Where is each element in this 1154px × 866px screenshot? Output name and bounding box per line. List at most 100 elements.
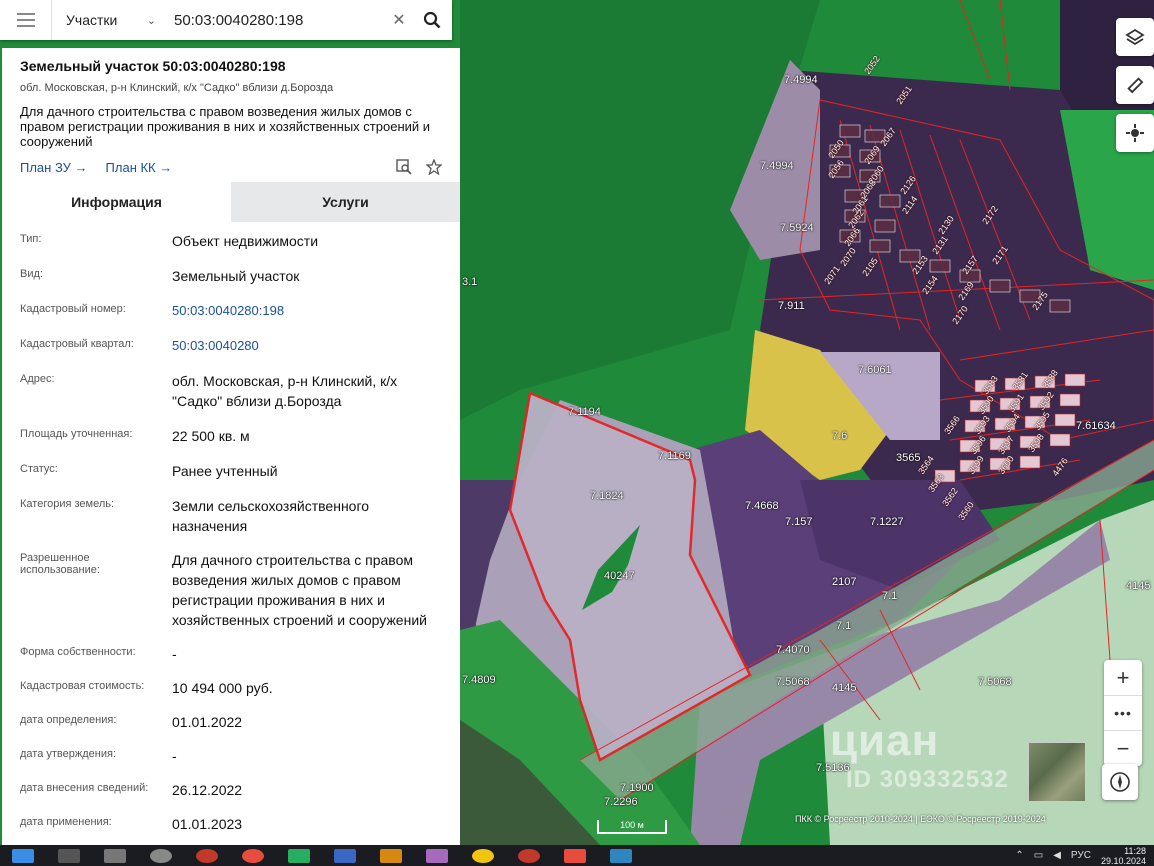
cadastral-quarter-link[interactable]: 50:03:0040280 xyxy=(172,336,444,356)
clock-time: 11:28 xyxy=(1124,845,1146,856)
plot-label: 7.6 xyxy=(832,430,848,442)
excel-icon[interactable] xyxy=(288,848,310,863)
search-taskbar-icon[interactable] xyxy=(58,848,80,863)
measure-button[interactable] xyxy=(1116,66,1154,104)
plot-label: 7.61634 xyxy=(1076,420,1116,432)
plot-label: 7.1 xyxy=(836,620,852,632)
plot-label: 3565 xyxy=(896,452,921,464)
plot-label: 4145 xyxy=(1126,580,1151,592)
info-row-type: Тип: Объект недвижимости xyxy=(20,231,444,251)
system-tray: ⌃ ▭ ◀ РУС 11:28 29.10.2024 xyxy=(1015,845,1146,866)
close-icon: ✕ xyxy=(392,12,406,29)
plot-label: 7.4809 xyxy=(462,674,496,686)
plot-label: 4145 xyxy=(832,682,857,694)
info-row-permitted-use: Разрешенное использование: Для дачного с… xyxy=(20,550,444,630)
row-label: Кадастровый номер: xyxy=(20,303,126,315)
chrome-icon[interactable] xyxy=(472,848,494,863)
parcel-title: Земельный участок 50:03:0040280:198 xyxy=(20,58,286,74)
plan-kk-link[interactable]: План КК → xyxy=(106,160,173,175)
tray-chevron-icon[interactable]: ⌃ xyxy=(1015,850,1023,861)
search-bar: Участки ⌄ ✕ xyxy=(0,0,452,40)
row-value: - xyxy=(172,748,177,764)
row-value: Объект недвижимости xyxy=(172,233,319,249)
browser-icon[interactable] xyxy=(196,848,218,863)
zoom-in-button[interactable]: + xyxy=(1104,660,1142,695)
clear-search-button[interactable]: ✕ xyxy=(386,10,412,30)
cadastral-number-link[interactable]: 50:03:0040280:198 xyxy=(172,301,444,321)
search-button[interactable] xyxy=(412,11,452,29)
zoom-control: + ••• − xyxy=(1104,660,1142,766)
info-row-status: Статус: Ранее учтенный xyxy=(20,461,444,481)
word-icon[interactable] xyxy=(334,848,356,863)
parcel-description: Для дачного строительства с правом возве… xyxy=(20,104,431,149)
row-value: 26.12.2022 xyxy=(172,782,243,798)
plot-label: 7.4994 xyxy=(784,74,818,86)
panel-header: Земельный участок 50:03:0040280:198 обл.… xyxy=(2,48,460,182)
search-type-select[interactable]: Участки ⌄ xyxy=(52,12,162,28)
layers-icon xyxy=(1125,28,1145,46)
row-label: Категория земель: xyxy=(20,498,115,510)
row-label: дата применения: xyxy=(20,816,112,828)
row-label: Кадастровый квартал: xyxy=(20,338,134,350)
tab-services[interactable]: Услуги xyxy=(231,182,460,222)
minimap-thumbnail[interactable] xyxy=(1028,742,1086,802)
zoom-to-icon[interactable] xyxy=(396,159,412,175)
plot-label: 7.5924 xyxy=(780,222,814,234)
card-actions xyxy=(396,159,442,175)
row-label: Кадастровая стоимость: xyxy=(20,680,145,692)
menu-button[interactable] xyxy=(0,0,52,40)
plot-label: 7.5068 xyxy=(978,676,1012,688)
row-label: Форма собственности: xyxy=(20,646,136,658)
plot-label: 3.1 xyxy=(462,276,478,288)
plot-label: 7.1227 xyxy=(870,516,904,528)
info-row-date-approved: дата утверждения: - xyxy=(20,746,444,766)
plot-label: 7.157 xyxy=(785,516,813,528)
row-label: Разрешенное использование: xyxy=(20,552,100,576)
plot-label: 7.1194 xyxy=(568,406,601,418)
plan-zu-link[interactable]: План ЗУ → xyxy=(20,160,88,175)
compass-button[interactable] xyxy=(1102,764,1138,800)
plot-label: 7.911 xyxy=(778,300,805,312)
info-row-area: Площадь уточненная: 22 500 кв. м xyxy=(20,426,444,446)
row-value: 10 494 000 руб. xyxy=(172,680,273,696)
search-input[interactable] xyxy=(162,1,386,39)
clock[interactable]: 11:28 29.10.2024 xyxy=(1101,846,1146,866)
map-copyright: ПКК © Росреестр 2010-2024 | ЕЭКО © Росре… xyxy=(795,814,1046,824)
watermark-logo: циан xyxy=(830,716,940,765)
menu-icon xyxy=(16,13,35,27)
layers-button[interactable] xyxy=(1116,18,1154,56)
row-label: дата определения: xyxy=(20,714,117,726)
row-label: дата утверждения: xyxy=(20,748,117,760)
zoom-more-button[interactable]: ••• xyxy=(1104,695,1142,731)
row-value: Ранее учтенный xyxy=(172,463,278,479)
app4-icon[interactable] xyxy=(610,848,632,863)
yandex-icon[interactable] xyxy=(242,848,264,863)
opera-icon[interactable] xyxy=(518,848,540,863)
row-value: 22 500 кв. м xyxy=(172,428,250,444)
zoom-out-button[interactable]: − xyxy=(1104,731,1142,766)
ruler-icon xyxy=(1127,77,1144,94)
plot-label: 7.4668 xyxy=(745,500,779,512)
info-row-address: Адрес: обл. Московская, р-н Клинский, к/… xyxy=(20,371,444,411)
row-value: 01.01.2022 xyxy=(172,714,243,730)
locate-button[interactable] xyxy=(1116,114,1154,152)
app-icon[interactable] xyxy=(150,848,172,863)
taskview-icon[interactable] xyxy=(104,848,126,863)
network-icon[interactable]: ▭ xyxy=(1034,850,1043,861)
info-rows: Тип: Объект недвижимости Вид: Земельный … xyxy=(2,231,460,834)
volume-icon[interactable]: ◀ xyxy=(1053,850,1061,861)
language-indicator[interactable]: РУС xyxy=(1071,850,1091,861)
start-icon[interactable] xyxy=(12,848,34,863)
star-icon[interactable] xyxy=(426,159,442,175)
row-value: - xyxy=(172,646,177,662)
plot-label: 7.4994 xyxy=(760,160,794,172)
clock-date: 29.10.2024 xyxy=(1100,855,1146,866)
row-value: 01.01.2023 xyxy=(172,816,243,832)
app3-icon[interactable] xyxy=(564,848,586,863)
app2-icon[interactable] xyxy=(426,848,448,863)
search-type-label: Участки xyxy=(66,12,118,28)
crosshair-icon xyxy=(1126,124,1144,142)
tab-information[interactable]: Информация xyxy=(2,182,231,222)
scale-bar: 100 м xyxy=(597,820,667,834)
folder-icon[interactable] xyxy=(380,848,402,863)
